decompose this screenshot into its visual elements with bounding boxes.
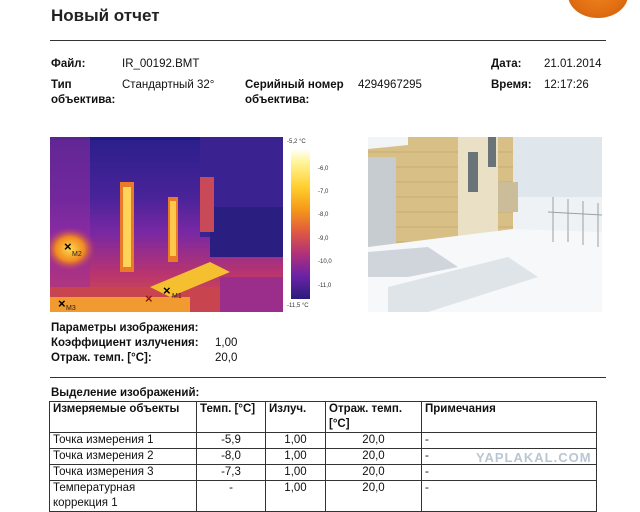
emissivity-label: Коэффициент излучения: <box>51 337 199 349</box>
row-temp: -7,3 <box>196 464 266 481</box>
row-object-line1: Температурная <box>53 482 136 494</box>
row-temp: -8,0 <box>196 448 266 465</box>
date-label: Дата: <box>491 58 522 70</box>
col-objects: Измеряемые объекты <box>49 401 197 433</box>
row-emissivity: 1,00 <box>265 464 326 481</box>
marker-m1-cross: × <box>163 283 171 298</box>
serial-label-line1: Серийный номер <box>245 79 344 91</box>
scale-tick-label: -9,0 <box>318 236 329 242</box>
marker-m2-label: M2 <box>72 251 82 258</box>
row-temp: - <box>196 480 266 512</box>
serial-label: Серийный номер объектива: <box>245 78 344 108</box>
col-temp: Темп. [°C] <box>196 401 266 433</box>
file-value: IR_00192.BMT <box>122 58 200 70</box>
visual-photo <box>368 137 602 312</box>
emissivity-value: 1,00 <box>215 337 238 349</box>
refl-temp-label: Отраж. темп. [°C]: <box>51 352 152 364</box>
lens-type-label: Тип объектива: <box>51 78 115 108</box>
time-value: 12:17:26 <box>544 79 589 91</box>
row-emissivity: 1,00 <box>265 480 326 512</box>
scale-tick-label: -6,0 <box>318 166 329 172</box>
row-refl-temp: 20,0 <box>325 432 422 449</box>
row-object-line2: коррекция 1 <box>53 497 118 509</box>
row-notes: - <box>421 464 597 481</box>
col-notes: Примечания <box>421 401 597 433</box>
table-row: Точка измерения 1 -5,9 1,00 20,0 - <box>49 432 597 449</box>
col-refl-temp: Отраж. темп. [°C] <box>325 401 422 433</box>
file-label: Файл: <box>51 58 86 70</box>
row-refl-temp: 20,0 <box>325 448 422 465</box>
row-temp: -5,9 <box>196 432 266 449</box>
row-object: Точка измерения 3 <box>49 464 197 481</box>
serial-value: 4294967295 <box>358 79 422 91</box>
row-notes: - <box>421 480 597 512</box>
scale-tick-label: -7,0 <box>318 189 329 195</box>
row-object: Температурная коррекция 1 <box>49 480 197 512</box>
row-object: Точка измерения 2 <box>49 448 197 465</box>
temperature-scale-bar <box>291 149 310 299</box>
report-title: Новый отчет <box>51 6 160 25</box>
header-divider <box>50 40 606 41</box>
visual-photo-art <box>368 137 602 312</box>
table-header-row: Измеряемые объекты Темп. [°C] Излуч. Отр… <box>49 401 597 433</box>
time-label: Время: <box>491 79 532 91</box>
serial-label-line2: объектива: <box>245 94 310 106</box>
row-emissivity: 1,00 <box>265 448 326 465</box>
table-row: Температурная коррекция 1 - 1,00 20,0 - <box>49 480 597 512</box>
image-params-heading: Параметры изображения: <box>51 322 199 334</box>
marker-extra-cross: × <box>145 291 153 306</box>
row-notes: - <box>421 432 597 449</box>
lens-type-label-line1: Тип <box>51 79 72 91</box>
scale-tick-label: -8,0 <box>318 212 329 218</box>
refl-temp-value: 20,0 <box>215 352 238 364</box>
scale-max-label: -5,2 °C <box>287 139 306 145</box>
selection-heading: Выделение изображений: <box>51 387 200 399</box>
date-value: 21.01.2014 <box>544 58 602 70</box>
scale-tick-label: -11,0 <box>318 283 332 289</box>
marker-m3-label: M3 <box>66 305 76 312</box>
row-refl-temp: 20,0 <box>325 480 422 512</box>
row-object: Точка измерения 1 <box>49 432 197 449</box>
lens-type-value: Стандартный 32° <box>122 79 215 91</box>
scale-min-label: -11,5 °C <box>287 303 309 309</box>
watermark: YAPLAKAL.COM <box>476 450 592 465</box>
scale-tick-label: -10,0 <box>318 259 332 265</box>
lens-type-label-line2: объектива: <box>51 94 116 106</box>
row-emissivity: 1,00 <box>265 432 326 449</box>
marker-m2-cross: × <box>64 239 72 254</box>
row-refl-temp: 20,0 <box>325 464 422 481</box>
section-divider <box>50 377 606 378</box>
table-row: Точка измерения 3 -7,3 1,00 20,0 - <box>49 464 597 481</box>
col-emissivity: Излуч. <box>265 401 326 433</box>
marker-m3-cross: × <box>58 296 66 311</box>
testo-logo <box>568 0 628 18</box>
marker-m1-label: M1 <box>172 293 182 300</box>
